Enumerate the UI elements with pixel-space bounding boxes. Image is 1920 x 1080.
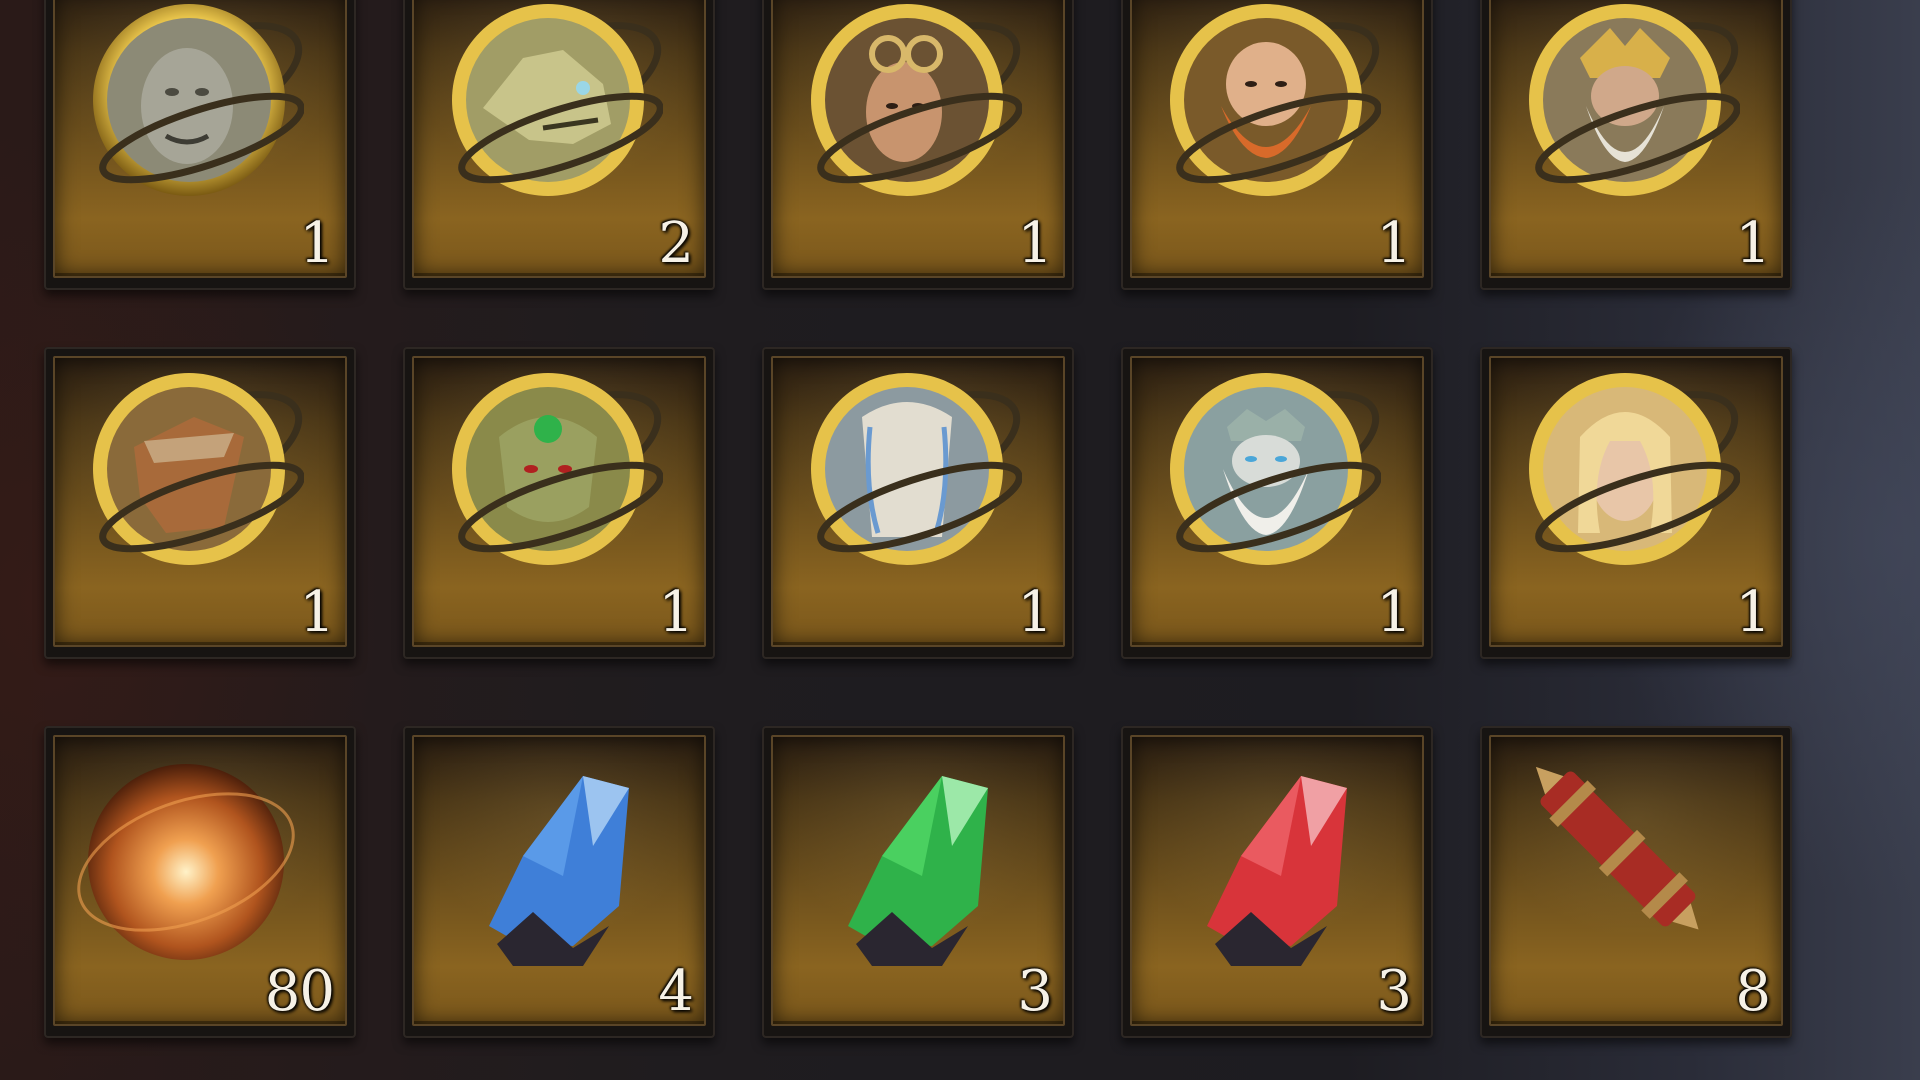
- item-count: 3: [1017, 959, 1053, 1024]
- dwarf-hero-medallion-icon: [1151, 0, 1381, 218]
- blue-crystal-icon: [433, 736, 663, 966]
- inventory-slot[interactable]: 80: [44, 726, 356, 1038]
- item-count: 1: [1017, 211, 1053, 276]
- inventory-slot[interactable]: 1: [44, 0, 356, 290]
- inventory-slot[interactable]: 1: [403, 347, 715, 659]
- item-count: 2: [658, 211, 694, 276]
- veiled-spirit-medallion-icon: [792, 357, 1022, 587]
- dragon-hero-medallion-icon: [433, 0, 663, 218]
- item-count: 1: [1376, 580, 1412, 645]
- item-count: 1: [1735, 580, 1771, 645]
- inventory-slot[interactable]: 3: [762, 726, 1074, 1038]
- inventory-slot[interactable]: 1: [1480, 0, 1792, 290]
- item-count: 1: [1735, 211, 1771, 276]
- inventory-slot[interactable]: 3: [1121, 726, 1433, 1038]
- item-count: 1: [658, 580, 694, 645]
- item-count: 80: [264, 959, 335, 1024]
- inventory-slot[interactable]: 4: [403, 726, 715, 1038]
- inventory-slot[interactable]: 1: [44, 347, 356, 659]
- horse-hero-medallion-icon: [74, 357, 304, 587]
- goggles-heroine-medallion-icon: [792, 0, 1022, 218]
- inventory-slot[interactable]: 8: [1480, 726, 1792, 1038]
- red-crystal-icon: [1151, 736, 1381, 966]
- inventory-slot[interactable]: 1: [1480, 347, 1792, 659]
- inventory-slot[interactable]: 1: [1121, 0, 1433, 290]
- item-count: 1: [1017, 580, 1053, 645]
- goblin-hero-medallion-icon: [433, 357, 663, 587]
- inventory-slot[interactable]: 1: [762, 0, 1074, 290]
- item-count: 1: [1376, 211, 1412, 276]
- item-count: 3: [1376, 959, 1412, 1024]
- inventory-slot[interactable]: 1: [762, 347, 1074, 659]
- item-count: 1: [299, 580, 335, 645]
- item-count: 4: [658, 959, 694, 1024]
- red-scroll-case-icon: [1510, 736, 1740, 966]
- inventory-slot[interactable]: 2: [403, 0, 715, 290]
- blonde-heroine-medallion-icon: [1510, 357, 1740, 587]
- fire-orb-icon: [74, 736, 304, 966]
- horned-king-medallion-icon: [1510, 0, 1740, 218]
- green-crystal-icon: [792, 736, 1022, 966]
- orc-hero-medallion-icon: [74, 0, 304, 218]
- item-count: 8: [1735, 959, 1771, 1024]
- frost-king-medallion-icon: [1151, 357, 1381, 587]
- inventory-slot[interactable]: 1: [1121, 347, 1433, 659]
- item-count: 1: [299, 211, 335, 276]
